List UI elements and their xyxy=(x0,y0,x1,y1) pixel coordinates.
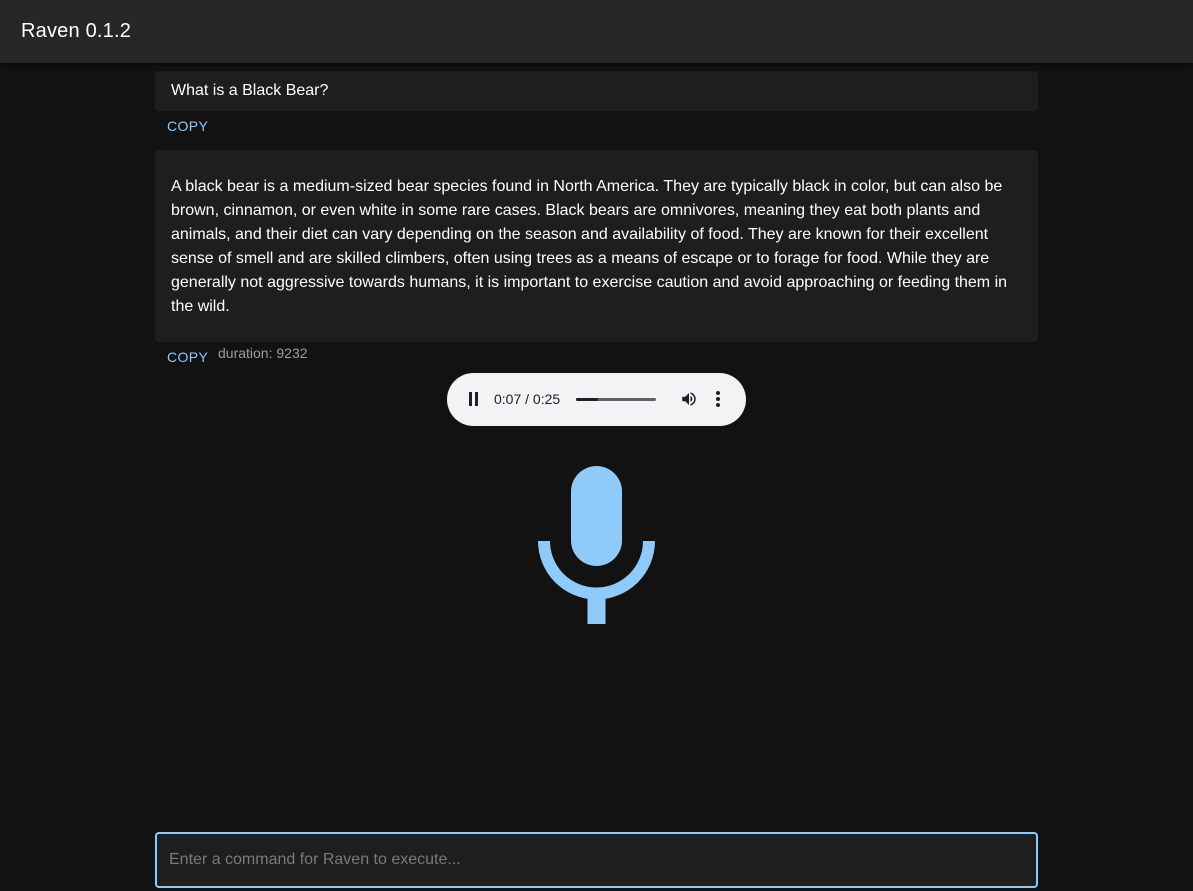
command-input[interactable] xyxy=(155,832,1038,888)
conversation-content: What is a Black Bear? A black bear is a … xyxy=(155,71,1038,342)
microphone-icon[interactable] xyxy=(537,465,656,625)
audio-progress-bar[interactable] xyxy=(576,398,656,401)
copy-answer-button[interactable]: COPY xyxy=(167,349,208,365)
app-title: Raven 0.1.2 xyxy=(21,20,132,42)
duration-label: duration: 9232 xyxy=(218,345,308,361)
pause-icon[interactable] xyxy=(467,391,481,407)
copy-question-button[interactable]: COPY xyxy=(167,118,208,134)
question-message: What is a Black Bear? xyxy=(155,71,1038,111)
audio-time: 0:07 / 0:25 xyxy=(494,391,561,407)
audio-player: 0:07 / 0:25 xyxy=(447,373,746,426)
app-bar: Raven 0.1.2 xyxy=(0,0,1193,63)
answer-message: A black bear is a medium-sized bear spec… xyxy=(155,150,1038,342)
volume-icon[interactable] xyxy=(680,390,698,408)
audio-progress-fill xyxy=(576,398,599,401)
more-vert-icon[interactable] xyxy=(715,390,721,408)
